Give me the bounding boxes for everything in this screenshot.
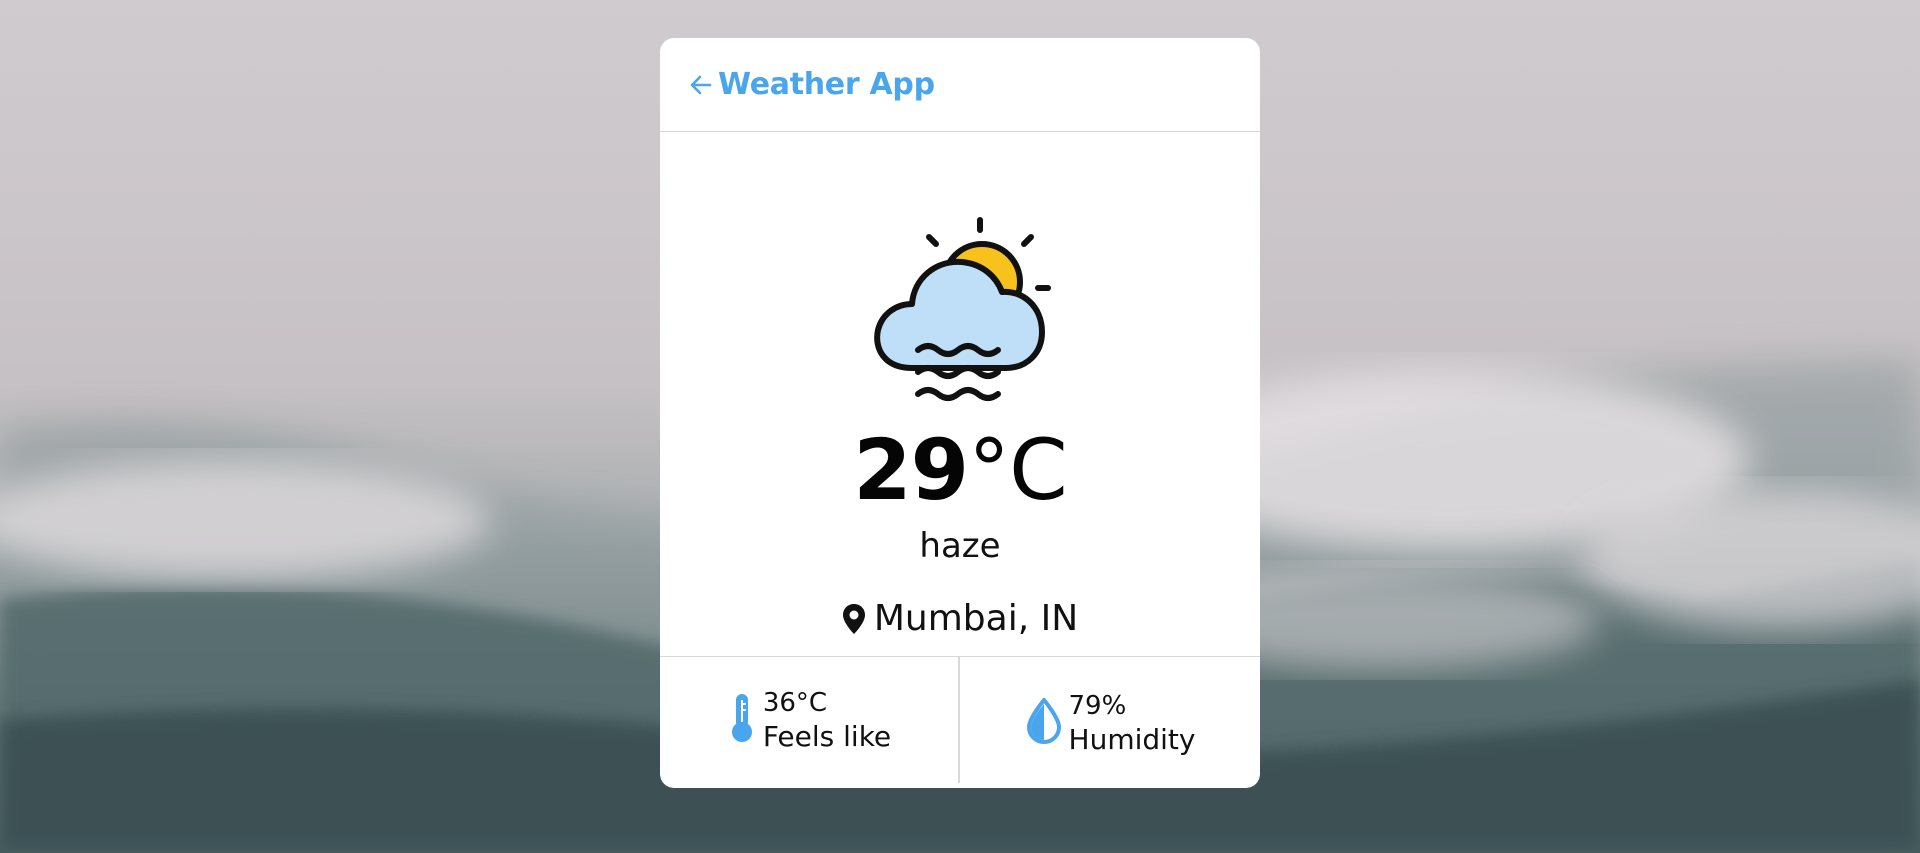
humidity-label: Humidity: [1068, 723, 1196, 756]
temperature-display: 29°C: [660, 420, 1260, 520]
feels-like-value: 36°C: [762, 688, 828, 718]
weather-stats: 36°C Feels like 79% Humidity: [660, 656, 1260, 788]
thermometer-icon: [727, 692, 757, 748]
weather-card: Weather App 29°C haze Mumbai, IN 36°C Fe…: [660, 38, 1260, 788]
arrow-left-icon[interactable]: [688, 72, 714, 98]
map-pin-icon: [842, 603, 866, 635]
location: Mumbai, IN: [660, 598, 1260, 639]
feels-like-stat: 36°C Feels like: [660, 657, 960, 783]
temperature-unit: °C: [968, 421, 1068, 519]
water-drop-icon: [1025, 696, 1063, 748]
haze-cloud-sun-icon: [860, 172, 1060, 412]
humidity-stat: 79% Humidity: [960, 657, 1260, 788]
temperature-value: 29: [853, 421, 969, 519]
feels-like-label: Feels like: [762, 720, 892, 753]
weather-condition: haze: [919, 526, 1001, 566]
humidity-value: 79%: [1068, 691, 1127, 721]
card-header: Weather App: [660, 38, 1260, 132]
app-title: Weather App: [718, 67, 935, 102]
location-text: Mumbai, IN: [873, 598, 1079, 639]
